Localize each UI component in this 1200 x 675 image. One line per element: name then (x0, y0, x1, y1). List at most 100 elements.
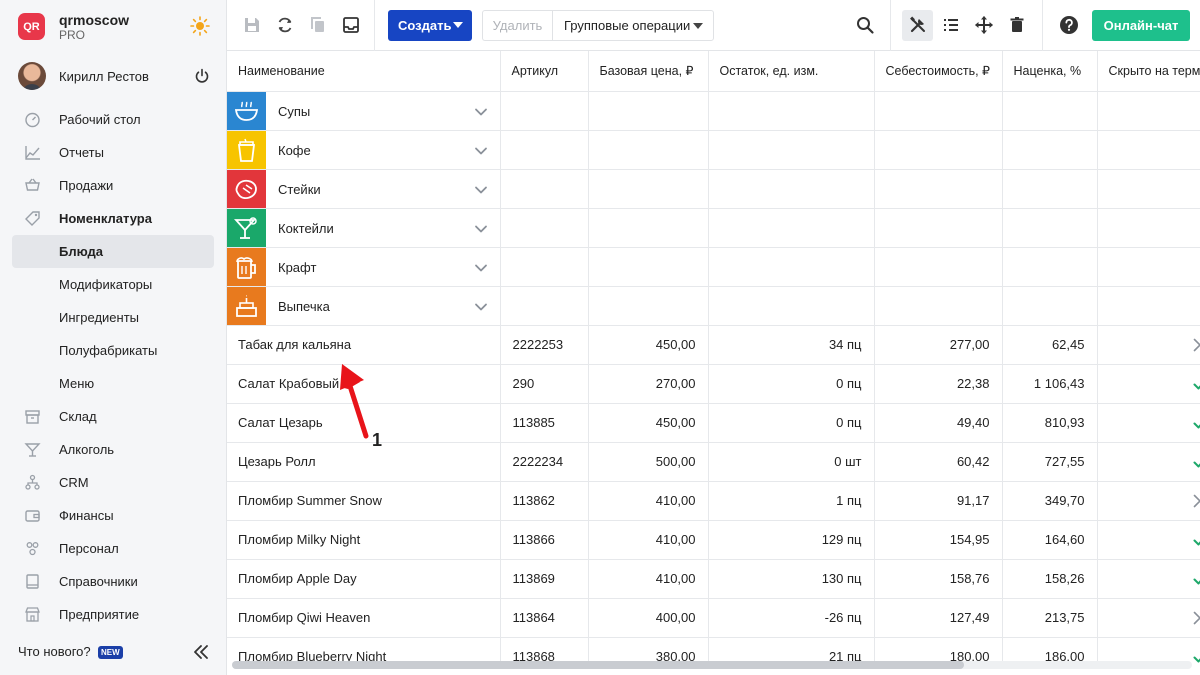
chevron-down-icon[interactable] (474, 183, 488, 197)
brand[interactable]: QR qrmoscow PRO (18, 12, 210, 42)
whats-new-link[interactable]: Что нового? (18, 644, 91, 659)
sidebar-item[interactable]: Персонал (12, 532, 214, 565)
sidebar-item[interactable]: Продажи (12, 169, 214, 202)
list-icon[interactable] (941, 15, 961, 35)
inbox-icon[interactable] (341, 15, 361, 35)
cell-hidden[interactable] (1097, 520, 1200, 560)
chevron-down-icon[interactable] (474, 261, 488, 275)
column-header[interactable]: Артикул (500, 51, 589, 92)
table-body: Супы Кофе Стейки Коктейли Крафт Выпечка Табак … (227, 91, 1200, 663)
chevron-down-icon[interactable] (474, 222, 488, 236)
category-cell[interactable]: Крафт (227, 247, 501, 287)
help-icon[interactable] (1059, 15, 1079, 35)
cell-markup: 186,00 (1002, 637, 1098, 663)
cocktail-icon (234, 216, 257, 239)
column-header[interactable]: Скрыто на терминале (1097, 51, 1200, 92)
collapse-sidebar-icon[interactable] (193, 645, 209, 659)
horizontal-scrollbar[interactable] (232, 661, 1192, 669)
cell-hidden[interactable] (1097, 598, 1200, 638)
cell-hidden[interactable] (1097, 325, 1200, 365)
column-header[interactable]: Наименование (227, 51, 501, 92)
cell-hidden[interactable] (1097, 637, 1200, 663)
table-row[interactable]: Пломбир Blueberry Night 113868 380,00 21 пц… (227, 637, 1200, 663)
category-cell[interactable]: Кофе (227, 130, 501, 170)
chevron-down-icon[interactable] (474, 300, 488, 314)
sidebar-item[interactable]: Рабочий стол (12, 103, 214, 136)
online-chat-button[interactable]: Онлайн-чат (1092, 10, 1190, 41)
category-row[interactable]: Стейки (227, 169, 1200, 209)
table-row[interactable]: Пломбир Summer Snow 113862 410,00 1 пц 91,17… (227, 481, 1200, 521)
sidebar-item-label: Продажи (59, 178, 114, 193)
cell-name: Цезарь Ролл (227, 442, 501, 482)
sidebar-item-label: Персонал (59, 541, 119, 556)
cross-icon (1193, 338, 1200, 352)
sun-icon[interactable] (190, 16, 210, 36)
user-profile[interactable]: Кирилл Рестов (18, 62, 210, 92)
column-header[interactable]: Наценка, % (1002, 51, 1098, 92)
category-row[interactable]: Выпечка (227, 286, 1200, 326)
create-button[interactable]: Создать (388, 10, 472, 41)
category-cell[interactable]: Стейки (227, 169, 501, 209)
sidebar-item[interactable]: CRM (12, 466, 214, 499)
category-row[interactable]: Супы (227, 91, 1200, 131)
sidebar-item[interactable]: Отчеты (12, 136, 214, 169)
category-cell[interactable]: Коктейли (227, 208, 501, 248)
save-icon[interactable] (242, 15, 262, 35)
sidebar-item[interactable]: Справочники (12, 565, 214, 598)
table-row[interactable]: Табак для кальяна 2222253 450,00 34 пц 277,0… (227, 325, 1200, 365)
cell-hidden[interactable] (1097, 364, 1200, 404)
trash-icon[interactable] (1007, 15, 1027, 35)
refresh-icon[interactable] (275, 15, 295, 35)
search-icon[interactable] (855, 15, 875, 35)
column-header[interactable]: Базовая цена, ₽ (588, 51, 709, 92)
category-tile (227, 247, 266, 285)
cocktail-icon (24, 443, 41, 457)
table-row[interactable]: Пломбир Milky Night 113866 410,00 129 пц 154… (227, 520, 1200, 560)
scrollbar-thumb[interactable] (232, 661, 964, 669)
table-row[interactable]: Пломбир Qiwi Heaven 113864 400,00 -26 пц 127… (227, 598, 1200, 638)
cell-cost: 277,00 (874, 325, 1003, 365)
sidebar-item[interactable]: Склад (12, 400, 214, 433)
table-row[interactable]: Салат Крабовый 290 270,00 0 пц 22,38 1 106,43 (227, 364, 1200, 404)
column-header[interactable]: Себестоимость, ₽ (874, 51, 1003, 92)
logout-icon[interactable] (194, 68, 210, 84)
sidebar-item-label: Блюда (59, 244, 104, 259)
group-operations-dropdown[interactable]: Групповые операции (552, 10, 714, 41)
sidebar-item[interactable]: Ингредиенты (12, 301, 214, 334)
move-icon[interactable] (974, 15, 994, 35)
category-row[interactable]: Кофе (227, 130, 1200, 170)
cell-stock: 0 шт (708, 442, 875, 482)
cell-cost: 22,38 (874, 364, 1003, 404)
copy-icon[interactable] (308, 15, 328, 35)
empty-cell (708, 286, 875, 326)
empty-cell (500, 247, 589, 287)
sidebar-item[interactable]: Блюда (12, 235, 214, 268)
tools-icon[interactable] (908, 15, 928, 35)
cell-hidden[interactable] (1097, 442, 1200, 482)
category-row[interactable]: Крафт (227, 247, 1200, 287)
empty-cell (874, 169, 1003, 209)
brand-logo: QR (18, 13, 45, 40)
sidebar-item[interactable]: Полуфабрикаты (12, 334, 214, 367)
sidebar-item[interactable]: Номенклатура (12, 202, 214, 235)
column-header[interactable]: Остаток, ед. изм. (708, 51, 875, 92)
chevron-down-icon[interactable] (474, 105, 488, 119)
category-label: Выпечка (278, 298, 330, 314)
category-cell[interactable]: Выпечка (227, 286, 501, 326)
category-cell[interactable]: Супы (227, 91, 501, 131)
sidebar-item-label: Предприятие (59, 607, 140, 622)
cell-hidden[interactable] (1097, 481, 1200, 521)
category-row[interactable]: Коктейли (227, 208, 1200, 248)
sidebar-item[interactable]: Меню (12, 367, 214, 400)
cell-hidden[interactable] (1097, 403, 1200, 443)
sidebar-item[interactable]: Алкоголь (12, 433, 214, 466)
delete-button[interactable]: Удалить (482, 10, 552, 41)
chevron-down-icon[interactable] (474, 144, 488, 158)
warehouse-icon (25, 410, 40, 424)
empty-cell (708, 130, 875, 170)
sidebar-item[interactable]: Модификаторы (12, 268, 214, 301)
sidebar-item[interactable]: Предприятие (12, 598, 214, 631)
cell-hidden[interactable] (1097, 559, 1200, 599)
table-row[interactable]: Пломбир Apple Day 113869 410,00 130 пц 158,7… (227, 559, 1200, 599)
sidebar-item[interactable]: Финансы (12, 499, 214, 532)
